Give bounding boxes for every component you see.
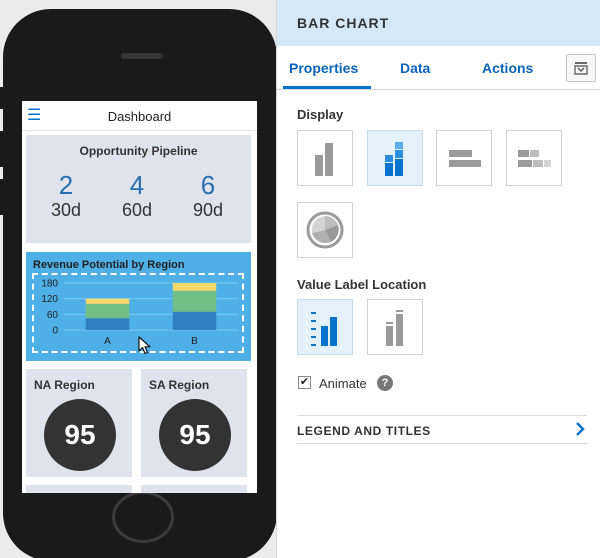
stacked-bar-icon (385, 142, 403, 176)
panel-title: BAR CHART (297, 15, 390, 31)
legend-and-titles-section[interactable]: LEGEND AND TITLES (297, 415, 587, 444)
pipeline-value: 2 (58, 170, 74, 200)
property-panel: BAR CHART Properties Data Actions Displa… (276, 0, 600, 558)
phone-preview: ☰ Dashboard Opportunity Pipeline 2 30d 4… (0, 9, 277, 558)
panel-header: BAR CHART (277, 0, 600, 46)
phone-home-button (112, 491, 174, 543)
active-tab-indicator (283, 86, 371, 89)
horizontal-stacked-bar-icon (518, 150, 551, 167)
value-label-bar-button[interactable] (367, 299, 423, 355)
y-tick-label: 0 (52, 326, 58, 337)
opportunity-pipeline-tile[interactable]: Opportunity Pipeline 2 30d 4 60d 6 90d (26, 135, 251, 243)
pipeline-period: 90d (192, 200, 224, 220)
phone-volume-up (0, 131, 5, 167)
phone-volume-down (0, 179, 5, 215)
region-gauge: 95 (44, 399, 116, 471)
animate-label: Animate (319, 376, 367, 391)
pipeline-period: 30d (50, 200, 82, 220)
bar-segment (172, 283, 217, 291)
bar-segment (85, 303, 130, 319)
mouse-pointer-icon (138, 336, 151, 355)
region-title: NA Region (34, 378, 95, 392)
tile-peek (141, 485, 247, 493)
display-label: Display (297, 107, 344, 122)
phone-screen: ☰ Dashboard Opportunity Pipeline 2 30d 4… (22, 101, 257, 493)
tab-data[interactable]: Data (400, 60, 430, 76)
bar-segment (85, 298, 130, 304)
tab-properties[interactable]: Properties (289, 60, 358, 76)
y-tick-label: 180 (41, 279, 58, 290)
panel-tabs: Properties Data Actions (277, 46, 600, 90)
value-label-location-label: Value Label Location (297, 277, 427, 292)
vertical-bar-icon (315, 143, 333, 176)
pipeline-item: 2 30d (41, 171, 91, 221)
revenue-title: Revenue Potential by Region (33, 259, 185, 271)
region-title: SA Region (149, 378, 210, 392)
y-tick-label: 60 (47, 310, 59, 321)
na-region-tile[interactable]: NA Region 95 (26, 369, 132, 477)
region-gauge: 95 (159, 399, 231, 471)
animate-checkbox[interactable]: ✔ (298, 376, 311, 389)
phone-mute-switch (0, 87, 5, 109)
tile-peek (26, 485, 132, 493)
display-vertical-bar-button[interactable] (297, 130, 353, 186)
axis-labels-icon (311, 312, 337, 346)
help-icon[interactable]: ? (377, 375, 393, 391)
pipeline-value: 4 (129, 170, 145, 200)
chevron-right-icon (576, 422, 585, 436)
x-tick-label: A (104, 336, 111, 347)
bar-segment (172, 290, 217, 312)
y-tick-label: 120 (41, 294, 58, 305)
phone-speaker (121, 53, 163, 59)
pipeline-item: 4 60d (112, 171, 162, 221)
x-tick-label: B (191, 336, 198, 347)
display-pie-chart-button[interactable] (297, 202, 353, 258)
app-title: Dashboard (107, 109, 172, 124)
collapse-panel-button[interactable] (566, 54, 596, 82)
tab-actions[interactable]: Actions (482, 60, 533, 76)
pipeline-period: 60d (121, 200, 153, 220)
display-horizontal-bar-button[interactable] (436, 130, 492, 186)
pie-chart-icon (306, 211, 344, 249)
pipeline-title: Opportunity Pipeline (79, 144, 198, 158)
collapse-panel-icon (574, 62, 588, 75)
value-label-axis-button[interactable] (297, 299, 353, 355)
app-bar: ☰ Dashboard (22, 101, 257, 131)
legend-and-titles-label: LEGEND AND TITLES (297, 424, 431, 438)
bar-labels-icon (386, 310, 403, 346)
display-horizontal-stacked-bar-button[interactable] (506, 130, 562, 186)
horizontal-bar-icon (449, 150, 481, 167)
display-stacked-bar-button[interactable] (367, 130, 423, 186)
sa-region-tile[interactable]: SA Region 95 (141, 369, 247, 477)
pipeline-item: 6 90d (183, 171, 233, 221)
bar-segment (85, 318, 130, 330)
pipeline-value: 6 (200, 170, 216, 200)
bar-segment (172, 311, 217, 330)
